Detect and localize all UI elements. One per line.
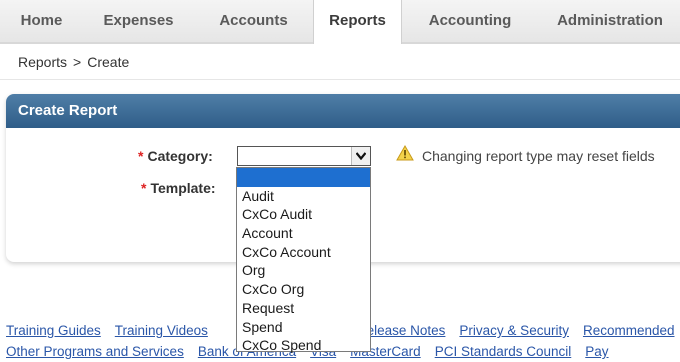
panel-title: Create Report — [18, 102, 118, 119]
tab-accounting[interactable]: Accounting — [400, 0, 540, 42]
dropdown-option-account[interactable]: Account — [237, 224, 370, 243]
breadcrumb-reports[interactable]: Reports — [18, 54, 67, 70]
breadcrumb: Reports > Create — [18, 54, 129, 70]
dropdown-option-cxco-audit[interactable]: CxCo Audit — [237, 205, 370, 224]
category-label: * Category: — [138, 148, 213, 164]
required-marker: * — [141, 180, 147, 196]
tab-accounts[interactable]: Accounts — [194, 0, 313, 42]
tab-home[interactable]: Home — [0, 0, 83, 42]
required-marker: * — [138, 148, 144, 164]
category-select[interactable] — [237, 146, 371, 166]
category-dropdown-list[interactable]: Audit CxCo Audit Account CxCo Account Or… — [236, 167, 371, 355]
template-label: * Template: — [141, 180, 216, 196]
dropdown-option-org[interactable]: Org — [237, 261, 370, 280]
category-select-value — [238, 148, 241, 163]
tab-administration[interactable]: Administration — [540, 0, 680, 42]
chevron-down-icon[interactable] — [351, 147, 370, 165]
dropdown-option-request[interactable]: Request — [237, 299, 370, 318]
footer-link-training-guides[interactable]: Training Guides — [6, 323, 101, 338]
footer-link-pci-standards-council[interactable]: PCI Standards Council — [435, 344, 572, 359]
dropdown-option-blank[interactable] — [237, 168, 370, 187]
breadcrumb-separator: > — [73, 54, 82, 70]
dropdown-option-audit[interactable]: Audit — [237, 187, 370, 206]
footer-link-other-programs[interactable]: Other Programs and Services — [6, 344, 184, 359]
dropdown-option-spend[interactable]: Spend — [237, 318, 370, 337]
tab-reports[interactable]: Reports — [313, 0, 402, 44]
top-navigation: Home Expenses Accounts Reports Accountin… — [0, 0, 680, 44]
dropdown-option-cxco-account[interactable]: CxCo Account — [237, 243, 370, 262]
breadcrumb-create: Create — [87, 54, 130, 70]
panel-header: Create Report — [6, 94, 680, 128]
warning-icon — [396, 145, 414, 161]
footer-link-pay[interactable]: Pay — [585, 344, 608, 359]
warning-message: Changing report type may reset fields — [422, 148, 655, 164]
footer-link-privacy-security[interactable]: Privacy & Security — [459, 323, 569, 338]
tab-expenses[interactable]: Expenses — [83, 0, 194, 42]
footer-link-training-videos[interactable]: Training Videos — [115, 323, 208, 338]
dropdown-option-cxco-spend[interactable]: CxCo Spend — [237, 336, 370, 355]
divider — [0, 79, 680, 80]
footer-link-recommended[interactable]: Recommended — [583, 323, 675, 338]
dropdown-option-cxco-org[interactable]: CxCo Org — [237, 280, 370, 299]
